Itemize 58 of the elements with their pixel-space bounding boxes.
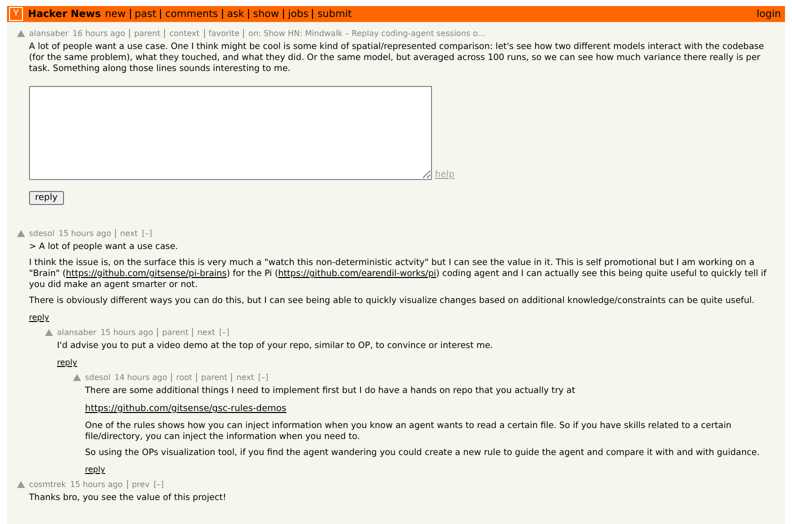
- comment-text: There is obviously different ways you can do this, but I can see being able to quickly visualize changes based on additional knowledge/constraints can be quite useful.: [29, 296, 756, 307]
- reply-link[interactable]: reply: [57, 358, 78, 367]
- comment-link[interactable]: next: [236, 373, 254, 382]
- username[interactable]: cosmtrek: [29, 480, 66, 489]
- comment-text: A lot of people want a use case. One I think might be cool is some kind of spatial/represented comparison: let's see how two different models interact with the codebase (for the same problem), what they touched, and what they did. Or the same model, but averaged across 100 runs, so we can see how much variance there really is per task. Something along those lines sounds interesting to me.: [29, 42, 766, 75]
- reply-link[interactable]: reply: [85, 465, 106, 474]
- username[interactable]: alansaber: [29, 29, 68, 38]
- upvote-arrow-icon[interactable]: [73, 374, 81, 381]
- comment-link[interactable]: next: [197, 328, 216, 337]
- comment-link[interactable]: parent: [162, 328, 188, 337]
- nav-link[interactable]: comments: [165, 8, 218, 20]
- collapse-toggle[interactable]: [–]: [219, 328, 230, 337]
- collapse-toggle[interactable]: [–]: [258, 373, 268, 382]
- link[interactable]: https://github.com/gitsense/pi-brains: [66, 269, 227, 279]
- username[interactable]: sdesol: [85, 373, 110, 382]
- logo[interactable]: Y: [9, 7, 23, 21]
- nav-link[interactable]: past: [134, 8, 156, 20]
- login-link[interactable]: login: [756, 8, 781, 20]
- nav-link[interactable]: submit: [317, 8, 352, 20]
- comment-link[interactable]: prev: [132, 480, 150, 489]
- comment-link[interactable]: parent: [201, 373, 228, 382]
- comment-text: > A lot of people want a use case.: [29, 242, 180, 253]
- reply-link[interactable]: reply: [29, 313, 50, 322]
- reply-field[interactable]: [29, 86, 432, 180]
- upvote-arrow-icon[interactable]: [17, 30, 25, 37]
- help-link[interactable]: help: [435, 170, 454, 180]
- comment-text: One of the rules shows how you can inject information when you know an agent wants to read a certain file. So if you have skills related to a certain file/directory, you can inject the information when you need to.: [85, 421, 732, 443]
- upvote-arrow-icon[interactable]: [17, 481, 25, 488]
- comment-link[interactable]: context: [169, 29, 200, 38]
- comment-link[interactable]: parent: [134, 29, 160, 38]
- comment-age[interactable]: 15 hours ago: [58, 229, 112, 238]
- username[interactable]: alansaber: [57, 328, 96, 337]
- comment-text: I'd advise you to put a video demo at the top of your repo, similar to OP, to convince or interest me.: [57, 341, 494, 352]
- upvote-arrow-icon[interactable]: [17, 230, 25, 237]
- comment-age[interactable]: 16 hours ago: [72, 29, 126, 38]
- username[interactable]: sdesol: [29, 229, 54, 238]
- link[interactable]: https://github.com/earendil-works/pi: [278, 269, 436, 279]
- comment-age[interactable]: 15 hours ago: [100, 328, 154, 337]
- comment-text: So using the OPs visualization tool, if you find the agent wandering you could create a new rule to guide the agent and compare it with and with guidance.: [85, 448, 761, 459]
- comment-text: There are some additional things I need to implement first but I do have a hands on repo that you actually try at: [85, 386, 576, 397]
- nav-link[interactable]: new: [104, 8, 126, 20]
- nav-link[interactable]: jobs: [288, 8, 308, 20]
- comment-text: I think the issue is, on the surface this is very much a "watch this non-deterministic actvity" but I can see the value in it. This is self promotional but I am working on a "Brain" (https://github.com/gitsense/pi-brains) for the Pi (https://github.com/earendil-works/pi) coding agent and I can actually see this being quite useful to quickly tell if you did make an agent smarter or not.: [29, 258, 768, 291]
- link[interactable]: https://github.com/gitsense/gsc-rules-demos: [85, 404, 286, 414]
- nav-link[interactable]: show: [253, 8, 279, 20]
- comment-text: Thanks bro, you see the value of this project!: [29, 493, 228, 504]
- reply-button[interactable]: reply: [29, 191, 64, 205]
- comment-link[interactable]: next: [120, 229, 138, 238]
- comment-link[interactable]: favorite: [208, 29, 240, 38]
- story-link[interactable]: on: Show HN: Mindwalk – Replay coding-agent sessions o...: [248, 29, 486, 38]
- collapse-toggle[interactable]: [–]: [154, 480, 164, 489]
- nav-link[interactable]: ask: [226, 8, 244, 20]
- site-title[interactable]: Hacker News: [28, 8, 101, 20]
- comment-age[interactable]: 15 hours ago: [70, 480, 123, 489]
- upvote-arrow-icon[interactable]: [45, 329, 53, 336]
- comment-link[interactable]: root: [176, 373, 192, 382]
- collapse-toggle[interactable]: [–]: [142, 229, 152, 238]
- comment-age[interactable]: 14 hours ago: [114, 373, 168, 382]
